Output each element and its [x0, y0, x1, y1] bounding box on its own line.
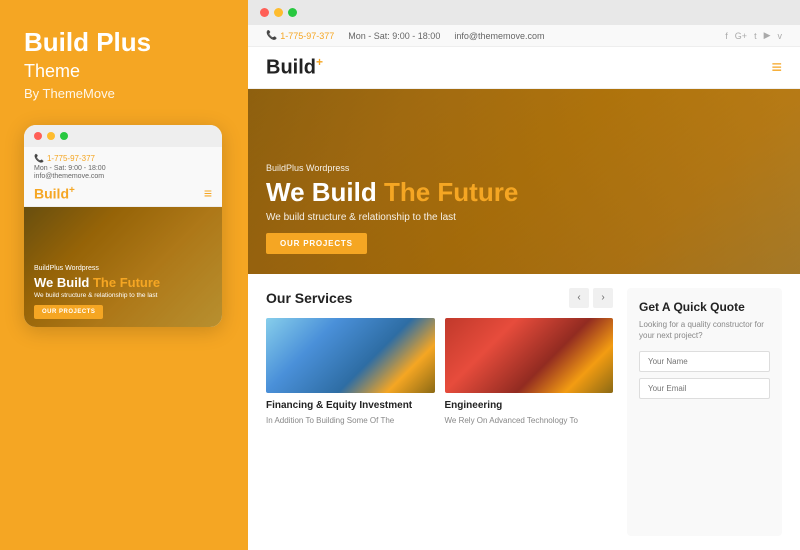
mobile-hamburger-icon[interactable]: ≡: [204, 185, 212, 201]
site-logo: Build+: [266, 55, 323, 80]
vimeo-icon[interactable]: v: [778, 31, 783, 41]
service-card-financing: Financing & Equity Investment In Additio…: [266, 318, 435, 426]
quote-email-input[interactable]: [639, 378, 770, 399]
site-services: Our Services ‹ › Financing & Equity Inve…: [248, 274, 800, 550]
theme-label: Theme: [24, 61, 224, 82]
mobile-logo-plus: +: [69, 185, 75, 196]
site-nav: Build+ ≡: [248, 47, 800, 89]
site-hero: BuildPlus Wordpress We Build The Future …: [248, 89, 800, 274]
mobile-header: 📞 1-775-97-377 Mon - Sat: 9:00 - 18:00 i…: [24, 147, 222, 208]
browser-dot-green: [288, 8, 297, 17]
topbar-phone-icon: 📞: [266, 30, 277, 41]
phone-icon: 📞: [34, 154, 44, 163]
site-hero-title: We Build The Future: [266, 178, 518, 207]
mobile-dot-red: [34, 132, 42, 140]
mobile-logo: Build+: [34, 185, 75, 202]
site-hero-wp: BuildPlus Wordpress: [266, 163, 518, 173]
services-prev-btn[interactable]: ‹: [569, 288, 589, 308]
mobile-mockup: 📞 1-775-97-377 Mon - Sat: 9:00 - 18:00 i…: [24, 125, 222, 328]
site-logo-text: Build: [266, 57, 316, 79]
service-card-title-financing: Financing & Equity Investment: [266, 400, 435, 411]
site-topbar-left: 📞 1-775-97-377 Mon - Sat: 9:00 - 18:00 i…: [266, 30, 545, 41]
services-nav-btns: ‹ ›: [569, 288, 613, 308]
mobile-phone-row: 📞 1-775-97-377: [34, 154, 212, 163]
service-card-desc-engineering: We Rely On Advanced Technology To: [445, 415, 614, 426]
quote-sidebar: Get A Quick Quote Looking for a quality …: [627, 288, 782, 536]
mobile-phone: 1-775-97-377: [47, 154, 95, 163]
theme-by: By ThemeMove: [24, 86, 224, 101]
site-hero-title-1: We Build: [266, 177, 384, 207]
mobile-hero-wp: BuildPlus Wordpress: [34, 265, 212, 272]
services-header: Our Services ‹ ›: [266, 288, 613, 308]
mobile-chrome: [24, 125, 222, 147]
mobile-logo-text: Build: [34, 185, 69, 201]
mobile-hero-title-1: We Build: [34, 275, 93, 290]
browser-dot-yellow: [274, 8, 283, 17]
mobile-dot-yellow: [47, 132, 55, 140]
mobile-nav: Build+ ≡: [34, 185, 212, 202]
right-panel: 📞 1-775-97-377 Mon - Sat: 9:00 - 18:00 i…: [248, 0, 800, 550]
service-card-title-engineering: Engineering: [445, 400, 614, 411]
site-hero-btn[interactable]: OUR PROJECTS: [266, 233, 367, 254]
googleplus-icon[interactable]: G+: [735, 31, 747, 41]
topbar-hours: Mon - Sat: 9:00 - 18:00: [348, 31, 440, 41]
service-card-img-engineering: [445, 318, 614, 393]
services-title: Our Services: [266, 290, 352, 306]
mobile-dot-green: [60, 132, 68, 140]
twitter-icon[interactable]: t: [754, 31, 757, 41]
theme-title: Build Plus Theme By ThemeMove: [24, 28, 224, 125]
services-main: Our Services ‹ › Financing & Equity Inve…: [266, 288, 613, 536]
site-topbar-right: f G+ t ▶ v: [725, 30, 782, 41]
site-topbar-phone: 📞 1-775-97-377: [266, 30, 334, 41]
site-hero-title-2: The Future: [384, 177, 518, 207]
topbar-email: info@thememove.com: [454, 31, 544, 41]
site-hero-content: BuildPlus Wordpress We Build The Future …: [266, 163, 518, 254]
service-card-engineering: Engineering We Rely On Advanced Technolo…: [445, 318, 614, 426]
services-next-btn[interactable]: ›: [593, 288, 613, 308]
theme-name: Build Plus: [24, 28, 224, 57]
facebook-icon[interactable]: f: [725, 31, 728, 41]
service-card-desc-financing: In Addition To Building Some Of The: [266, 415, 435, 426]
site-nav-hamburger-icon[interactable]: ≡: [771, 57, 782, 78]
service-card-img-financing: [266, 318, 435, 393]
browser-dot-red: [260, 8, 269, 17]
topbar-phone: 1-775-97-377: [280, 31, 334, 41]
mobile-hero: BuildPlus Wordpress We Build The Future …: [24, 207, 222, 327]
mobile-hours: Mon - Sat: 9:00 - 18:00: [34, 165, 212, 172]
youtube-icon[interactable]: ▶: [764, 30, 771, 41]
service-img-engineering-bg: [445, 318, 614, 393]
mobile-hero-title: We Build The Future: [34, 275, 212, 291]
site-topbar: 📞 1-775-97-377 Mon - Sat: 9:00 - 18:00 i…: [248, 25, 800, 47]
quote-title: Get A Quick Quote: [639, 300, 770, 314]
mobile-hero-title-2: The Future: [93, 275, 160, 290]
site-logo-plus: +: [316, 55, 323, 69]
site-hero-subtitle: We build structure & relationship to the…: [266, 212, 518, 223]
service-img-financing-bg: [266, 318, 435, 393]
quote-desc: Looking for a quality constructor for yo…: [639, 319, 770, 341]
mobile-hero-overlay: BuildPlus Wordpress We Build The Future …: [24, 207, 222, 327]
mobile-hero-btn[interactable]: OUR PROJECTS: [34, 305, 103, 319]
website: 📞 1-775-97-377 Mon - Sat: 9:00 - 18:00 i…: [248, 25, 800, 550]
quote-name-input[interactable]: [639, 351, 770, 372]
mobile-email: info@thememove.com: [34, 173, 212, 180]
left-panel: Build Plus Theme By ThemeMove 📞 1-775-97…: [0, 0, 248, 550]
mobile-hero-sub: We build structure & relationship to the…: [34, 292, 212, 299]
services-cards: Financing & Equity Investment In Additio…: [266, 318, 613, 426]
browser-chrome: [248, 0, 800, 25]
